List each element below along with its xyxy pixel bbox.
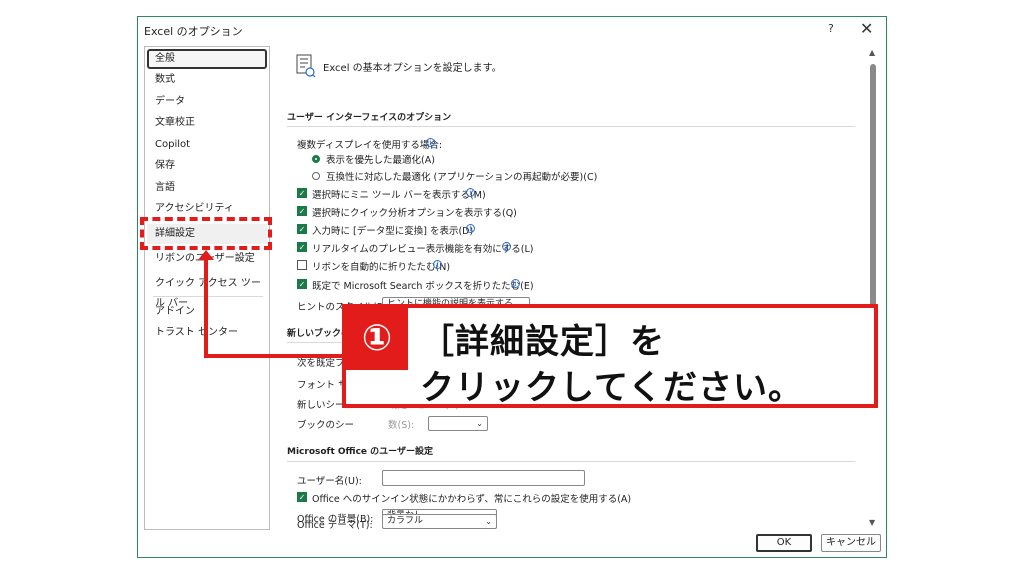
annotation-connector <box>204 258 208 358</box>
radio-optimize-compat[interactable] <box>312 172 320 180</box>
sidebar-item-save[interactable]: 保存 <box>147 156 267 176</box>
new-book-section-title: 新しいブックの <box>287 329 351 339</box>
office-theme-value: カラフル <box>387 516 424 526</box>
info-icon: i <box>433 260 442 269</box>
quick-analysis-checkbox[interactable]: ✓ <box>297 206 307 216</box>
chevron-down-icon: ⌄ <box>476 419 483 428</box>
callout-line-1: ［詳細設定］を <box>420 322 665 362</box>
close-button[interactable]: ✕ <box>860 19 873 38</box>
window-title: Excel のオプション <box>144 25 243 38</box>
scroll-up-icon[interactable]: ▲ <box>869 48 875 57</box>
multi-display-label: 複数ディスプレイを使用する場合: <box>297 140 443 151</box>
sidebar-item-accessibility[interactable]: アクセシビリティ <box>147 199 267 219</box>
help-button[interactable]: ? <box>828 22 834 35</box>
cancel-button[interactable]: キャンセル <box>821 534 881 552</box>
signin-settings-label[interactable]: Office へのサインイン状態にかかわらず、常にこれらの設定を使用する(A) <box>312 491 631 505</box>
sidebar-divider <box>153 296 263 297</box>
collapse-ribbon-checkbox[interactable] <box>297 260 307 270</box>
info-icon: i <box>511 279 520 288</box>
chevron-down-icon: ⌄ <box>485 517 492 526</box>
collapse-ribbon-label[interactable]: リボンを自動的に折りたたむ(N) <box>312 259 450 273</box>
sidebar-item-general[interactable]: 全般 <box>147 49 267 69</box>
username-label: ユーザー名(U): <box>297 476 362 487</box>
office-theme-select[interactable]: カラフル ⌄ <box>382 514 497 529</box>
sidebar-item-formulas[interactable]: 数式 <box>147 70 267 90</box>
page-header-text: Excel の基本オプションを設定します。 <box>323 63 502 74</box>
username-input[interactable] <box>382 470 585 486</box>
instruction-callout: ① ［詳細設定］を クリックしてください。 <box>342 304 878 408</box>
convert-data-type-checkbox[interactable]: ✓ <box>297 224 307 234</box>
ui-options-section-title: ユーザー インターフェイスのオプション <box>287 113 452 123</box>
general-options-icon <box>296 54 316 78</box>
step-number: ① <box>361 318 393 359</box>
sidebar-item-language[interactable]: 言語 <box>147 178 267 198</box>
live-preview-checkbox[interactable]: ✓ <box>297 242 307 252</box>
mini-toolbar-checkbox[interactable]: ✓ <box>297 188 307 198</box>
scroll-down-icon[interactable]: ▼ <box>869 518 875 527</box>
quick-analysis-label[interactable]: 選択時にクイック分析オプションを表示する(Q) <box>312 205 517 219</box>
sidebar-item-data[interactable]: データ <box>147 92 267 112</box>
step-number-badge: ① <box>346 308 408 370</box>
mini-toolbar-label[interactable]: 選択時にミニ ツール バーを表示する(M) <box>312 187 486 201</box>
annotation-connector <box>204 354 342 358</box>
sheet-count-label: ブックのシー <box>297 420 355 431</box>
sheet-count-stepper[interactable]: ⌄ <box>428 416 488 431</box>
radio-optimize-compat-label[interactable]: 互換性に対応した最適化 (アプリケーションの再起動が必要)(C) <box>326 169 597 183</box>
signin-settings-checkbox[interactable]: ✓ <box>297 492 307 502</box>
radio-optimize-display-label[interactable]: 表示を優先した最適化(A) <box>326 152 435 166</box>
convert-data-type-label[interactable]: 入力時に [データ型に変換] を表示(D) <box>312 223 473 237</box>
callout-line-2: クリックしてください。 <box>420 368 803 408</box>
office-settings-section-title: Microsoft Office のユーザー設定 <box>287 447 433 457</box>
sidebar-item-proofing[interactable]: 文章校正 <box>147 113 267 133</box>
info-icon: i <box>466 224 475 233</box>
excel-options-dialog: Excel のオプション ? ✕ 全般 数式 データ 文章校正 Copilot … <box>137 16 887 558</box>
title-bar: Excel のオプション ? ✕ <box>138 17 886 45</box>
live-preview-label[interactable]: リアルタイムのプレビュー表示機能を有効にする(L) <box>312 241 534 255</box>
section-divider <box>287 461 855 462</box>
advanced-highlight-box <box>140 217 272 250</box>
sheet-count-label-suffix: 数(S): <box>388 420 415 431</box>
sidebar-item-copilot[interactable]: Copilot <box>147 135 267 155</box>
info-icon: i <box>466 188 475 197</box>
options-content-pane: Excel の基本オプションを設定します。 ユーザー インターフェイスのオプショ… <box>278 46 858 530</box>
radio-optimize-display[interactable] <box>312 155 320 163</box>
ok-button[interactable]: OK <box>756 534 812 552</box>
info-icon: i <box>426 138 435 147</box>
info-icon: i <box>502 242 511 251</box>
section-divider <box>287 126 855 127</box>
content-scrollbar[interactable]: ▲ ▼ <box>867 46 879 530</box>
office-theme-label: Office テーマ(T): <box>297 520 373 531</box>
collapse-search-checkbox[interactable]: ✓ <box>297 279 307 289</box>
collapse-search-label[interactable]: 既定で Microsoft Search ボックスを折りたたむ(E) <box>312 278 534 292</box>
